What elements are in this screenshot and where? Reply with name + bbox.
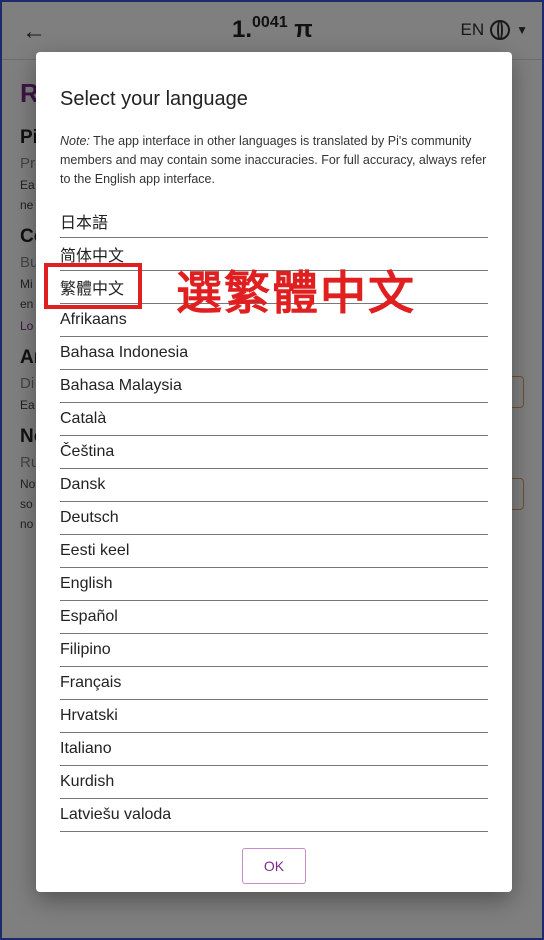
note-text: The app interface in other languages is … bbox=[60, 134, 487, 186]
language-option-eesti-keel[interactable]: Eesti keel bbox=[60, 535, 488, 568]
language-dialog: Select your language Note: The app inter… bbox=[36, 52, 512, 892]
language-option-hrvatski[interactable]: Hrvatski bbox=[60, 700, 488, 733]
language-option-japanese[interactable]: 日本語 bbox=[60, 205, 488, 238]
annotation-label: 選繁體中文 bbox=[176, 266, 416, 320]
language-option-espanol[interactable]: Español bbox=[60, 601, 488, 634]
language-option-kurdish[interactable]: Kurdish bbox=[60, 766, 488, 799]
translation-note: Note: The app interface in other languag… bbox=[60, 132, 492, 189]
app-frame: ← 1.0041 π EN ▼ R Pi Pr Ea ne Co Bu Mi e… bbox=[0, 0, 544, 940]
language-option-catala[interactable]: Català bbox=[60, 403, 488, 436]
language-option-cestina[interactable]: Čeština bbox=[60, 436, 488, 469]
dialog-title: Select your language bbox=[60, 88, 248, 110]
language-option-dansk[interactable]: Dansk bbox=[60, 469, 488, 502]
language-option-deutsch[interactable]: Deutsch bbox=[60, 502, 488, 535]
language-option-italiano[interactable]: Italiano bbox=[60, 733, 488, 766]
language-option-english[interactable]: English bbox=[60, 568, 488, 601]
highlight-box bbox=[44, 263, 142, 309]
language-option-latviesu-valoda[interactable]: Latviešu valoda bbox=[60, 799, 488, 832]
language-option-francais[interactable]: Français bbox=[60, 667, 488, 700]
language-option-bahasa-malaysia[interactable]: Bahasa Malaysia bbox=[60, 370, 488, 403]
language-option-bahasa-indonesia[interactable]: Bahasa Indonesia bbox=[60, 337, 488, 370]
ok-button[interactable]: OK bbox=[242, 848, 306, 884]
note-label: Note: bbox=[60, 134, 90, 148]
language-option-filipino[interactable]: Filipino bbox=[60, 634, 488, 667]
